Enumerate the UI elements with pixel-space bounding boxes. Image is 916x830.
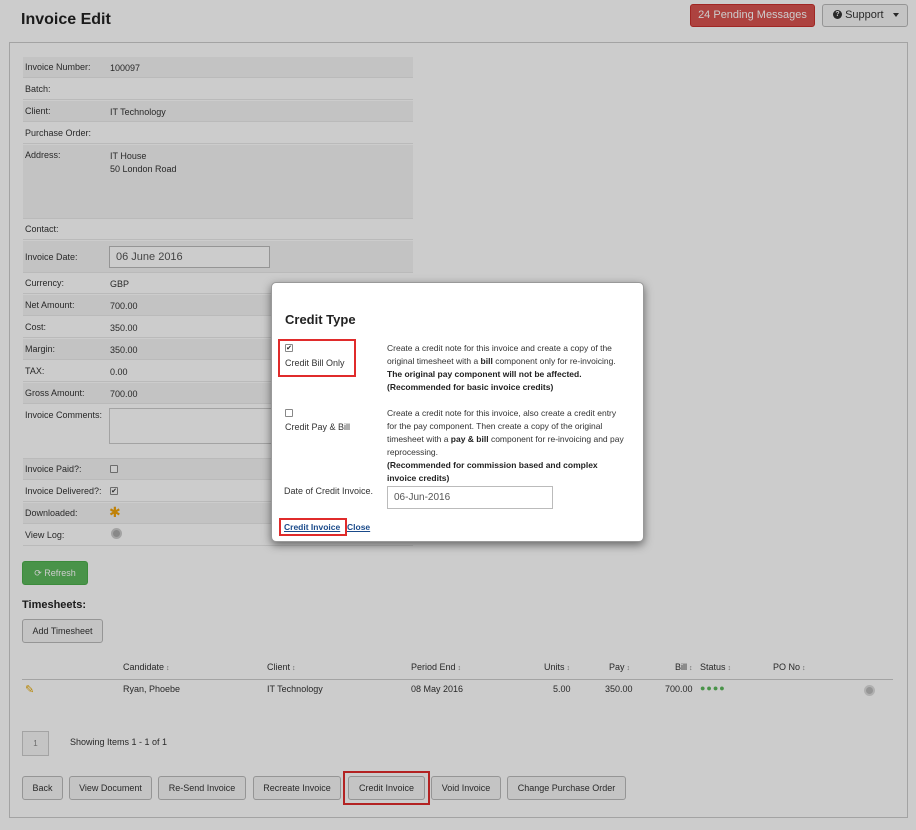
credit-bill-only-description: Create a credit note for this invoice an… [387, 342, 627, 394]
credit-pay-bill-checkbox[interactable] [285, 409, 293, 417]
opt1-note-2: (Recommended for basic invoice credits) [387, 382, 554, 392]
highlight-credit-bill-only [278, 339, 356, 377]
opt2-note: (Recommended for commission based and co… [387, 460, 598, 483]
modal-title: Credit Type [285, 312, 356, 327]
credit-type-modal: Credit Type ✔ Credit Bill Only Create a … [271, 282, 644, 542]
credit-pay-bill-description: Create a credit note for this invoice, a… [387, 407, 627, 485]
credit-date-label: Date of Credit Invoice. [284, 486, 374, 496]
opt1-desc-bold: bill [480, 356, 493, 366]
opt2-desc-bold: pay & bill [450, 434, 489, 444]
close-link[interactable]: Close [347, 522, 370, 532]
opt1-note-1: The original pay component will not be a… [387, 369, 582, 379]
highlight-credit-invoice-link [279, 518, 347, 536]
credit-pay-bill-label: Credit Pay & Bill [285, 422, 351, 432]
credit-date-field[interactable]: 06-Jun-2016 [387, 486, 553, 509]
opt1-desc-b: component only for re-invoicing. [492, 356, 616, 366]
